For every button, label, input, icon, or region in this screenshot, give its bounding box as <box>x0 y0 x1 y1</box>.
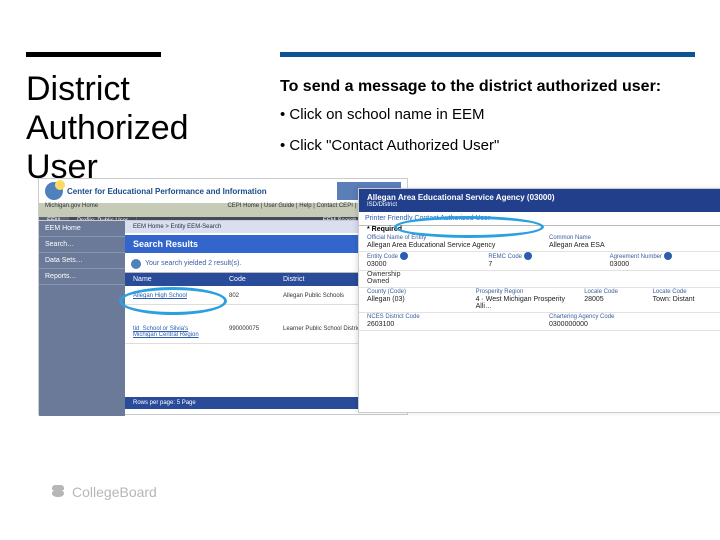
footer-brand-text: CollegeBoard <box>72 484 157 500</box>
field-label: Agreement Number <box>610 254 662 260</box>
divider-right <box>280 52 695 57</box>
instruction-item: Click "Contact Authorized User" <box>280 137 499 154</box>
field-value: Allegan Area ESA <box>549 242 720 249</box>
detail-row: * Required Official Name of EntityAllega… <box>359 226 720 252</box>
field-label: Chartering Agency Code <box>549 314 614 320</box>
detail-action-links[interactable]: Printer Friendly Contact Authorized User <box>359 212 720 226</box>
field-value: Owned <box>367 278 720 285</box>
col-name: Name <box>125 273 221 286</box>
portal-header: Center for Educational Performance and I… <box>39 179 407 203</box>
slide-title: District Authorized User <box>26 70 256 187</box>
school-code: 802 <box>221 288 275 304</box>
screenshot-mock: Center for Educational Performance and I… <box>38 178 682 438</box>
field-label: Entity Code <box>367 254 398 260</box>
nav-home-link[interactable]: Michigan.gov Home <box>45 203 98 209</box>
field-label: County (Code) <box>367 289 406 295</box>
field-label: Locale Code <box>584 289 618 295</box>
field-label: Common Name <box>549 235 591 241</box>
field-label: NCES District Code <box>367 314 420 320</box>
acorn-icon <box>50 484 66 500</box>
field-value: Town: Distant <box>653 296 720 303</box>
field-value: 0300000000 <box>549 321 720 328</box>
field-value: 7 <box>488 261 601 268</box>
field-value: 03000 <box>610 261 720 268</box>
field-label: Prosperity Region <box>476 289 524 295</box>
portal-topnav: Michigan.gov Home CEPI Home | User Guide… <box>39 203 407 217</box>
field-label: Ownership <box>367 271 400 278</box>
field-value: Allegan Area Educational Service Agency <box>367 242 541 249</box>
sidebar-item-reports[interactable]: Reports… <box>39 269 125 285</box>
field-label: Locate Code <box>653 289 687 295</box>
instruction-list: Click on school name in EEM Click "Conta… <box>280 106 499 168</box>
sidebar-item-datasets[interactable]: Data Sets… <box>39 253 125 269</box>
cepi-logo-icon <box>45 182 63 200</box>
field-value: 28005 <box>584 296 644 303</box>
info-icon[interactable] <box>524 252 532 260</box>
school-code: 990000075 <box>221 321 275 343</box>
field-label: REMC Code <box>488 254 522 260</box>
school-link[interactable]: Allegan High School <box>125 288 221 304</box>
entity-subtitle: ISD/District <box>367 202 720 208</box>
entity-detail-panel: Allegan Area Educational Service Agency … <box>358 188 720 413</box>
sidebar-item-home[interactable]: EEM Home <box>39 221 125 237</box>
detail-row: Entity Code03000 REMC Code7 Agreement Nu… <box>359 252 720 271</box>
info-icon[interactable] <box>400 252 408 260</box>
portal-site-name: Center for Educational Performance and I… <box>67 187 267 196</box>
detail-row: NCES District Code2603100 Chartering Age… <box>359 313 720 331</box>
slide-intro: To send a message to the district author… <box>280 78 661 96</box>
divider-left <box>26 52 161 57</box>
instruction-item: Click on school name in EEM <box>280 106 499 123</box>
detail-row: County (Code)Allegan (03) Prosperity Reg… <box>359 288 720 313</box>
entity-title: Allegan Area Educational Service Agency … <box>367 193 720 202</box>
field-value: 4 · West Michigan Prosperity Alli… <box>476 296 577 310</box>
results-panel: EEM Home Search… Data Sets… Reports… EEM… <box>38 220 408 415</box>
detail-header: Allegan Area Educational Service Agency … <box>359 189 720 212</box>
detail-row: Ownership Owned <box>359 271 720 288</box>
info-icon[interactable] <box>664 252 672 260</box>
sidebar: EEM Home Search… Data Sets… Reports… <box>39 221 125 416</box>
school-link[interactable]: tid_School or Silvia's Michigan Central … <box>125 321 221 343</box>
col-code: Code <box>221 273 275 286</box>
field-label: Official Name of Entity <box>367 235 426 241</box>
school-district: Learner Public School District <box>275 321 370 343</box>
col-district: District <box>275 273 312 286</box>
sidebar-item-search[interactable]: Search… <box>39 237 125 253</box>
field-value: 2603100 <box>367 321 541 328</box>
school-district: Allegan Public Schools <box>275 288 352 304</box>
field-value: Allegan (03) <box>367 296 468 303</box>
field-value: 03000 <box>367 261 480 268</box>
required-note: * Required <box>367 226 720 233</box>
footer-brand: CollegeBoard <box>50 484 157 500</box>
